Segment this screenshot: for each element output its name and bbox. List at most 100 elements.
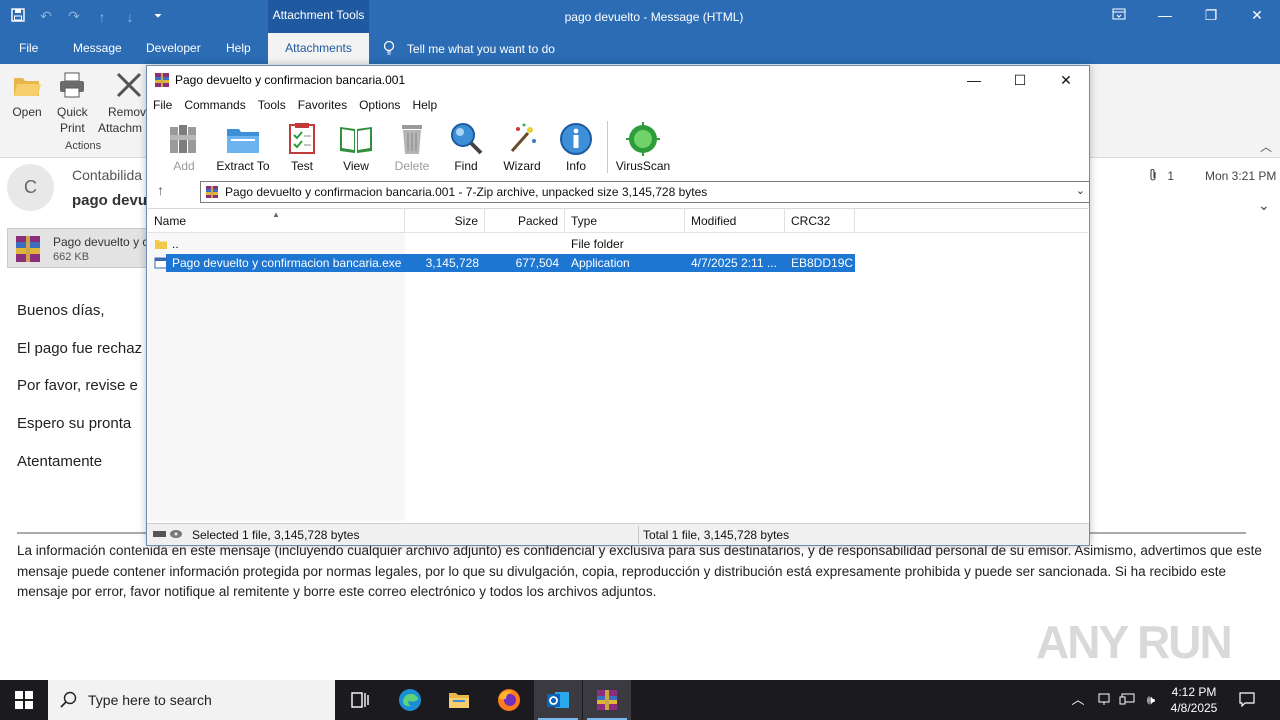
column-modified[interactable]: Modified: [685, 209, 785, 233]
delete-button[interactable]: Delete: [385, 121, 439, 173]
open-attachment-button[interactable]: Open: [12, 70, 42, 120]
body-line: El pago fue rechaz: [17, 340, 143, 357]
file-explorer-button[interactable]: [435, 680, 483, 720]
drive-status-icon: [152, 528, 184, 543]
system-clock[interactable]: 4:12 PM 4/8/2025: [1166, 684, 1222, 716]
sender-name[interactable]: Contabilida: [72, 167, 142, 183]
cell-packed: 677,504: [485, 254, 565, 272]
winrar-window: Pago devuelto y confirmacion bancaria.00…: [146, 65, 1090, 546]
taskbar-search[interactable]: Type here to search: [48, 680, 335, 720]
outlook-taskbar-button[interactable]: [534, 680, 582, 720]
table-row[interactable]: Pago devuelto y confirmacion bancaria.ex…: [148, 254, 1088, 272]
virusscan-button[interactable]: VirusScan: [613, 121, 673, 173]
attachment-name: Pago devuelto y c: [53, 235, 149, 249]
remove-label-1: Remov: [108, 105, 146, 119]
maximize-icon[interactable]: ☐: [997, 66, 1043, 94]
menu-options[interactable]: Options: [353, 96, 406, 116]
add-books-icon: [170, 125, 196, 153]
cell-modified: 4/7/2025 2:11 ...: [685, 254, 785, 272]
tab-attachments[interactable]: Attachments: [268, 33, 369, 64]
notifications-icon[interactable]: [1232, 680, 1262, 720]
column-crc32[interactable]: CRC32: [785, 209, 855, 233]
window-title: pago devuelto - Message (HTML): [564, 10, 744, 24]
info-label: Info: [565, 159, 586, 173]
test-label: Test: [290, 159, 313, 173]
display-icon[interactable]: [1117, 680, 1137, 720]
close-icon[interactable]: ✕: [1234, 0, 1280, 33]
edge-button[interactable]: [386, 680, 434, 720]
status-divider: [638, 526, 639, 544]
extract-to-button[interactable]: Extract To: [213, 121, 273, 173]
chevron-down-icon[interactable]: ⌄: [1076, 184, 1085, 197]
view-button[interactable]: View: [329, 121, 383, 173]
column-name-label: Name: [154, 214, 187, 228]
wizard-label: Wizard: [503, 159, 541, 173]
toolbar-separator: [607, 121, 608, 173]
firefox-button[interactable]: [485, 680, 533, 720]
ribbon-display-options-icon[interactable]: [1096, 0, 1142, 33]
winrar-menu-bar: File Commands Tools Favorites Options He…: [147, 96, 443, 116]
collapse-ribbon-icon[interactable]: ︿: [1260, 138, 1272, 155]
minimize-icon[interactable]: —: [1142, 0, 1188, 33]
cell-name: Pago devuelto y confirmacion bancaria.ex…: [166, 254, 405, 272]
show-hidden-icons-icon[interactable]: ︿: [1068, 680, 1088, 720]
minimize-icon[interactable]: —: [951, 66, 997, 94]
remove-label-2: Attachm: [98, 121, 143, 135]
tab-developer[interactable]: Developer: [146, 33, 201, 64]
find-label: Find: [454, 159, 478, 173]
winrar-taskbar-button[interactable]: [583, 680, 631, 720]
tab-file[interactable]: File: [19, 33, 38, 64]
up-arrow-icon[interactable]: ↑: [157, 182, 164, 198]
remove-attachment-button[interactable]: Remov Attachm: [98, 70, 146, 136]
taskbar: Type here to search ︿ 🕪 4:12 PM 4/8/2025: [0, 680, 1280, 720]
menu-file[interactable]: File: [147, 96, 178, 116]
column-name[interactable]: Name ▲: [148, 209, 405, 233]
add-label: Add: [173, 159, 195, 173]
start-button[interactable]: [0, 680, 48, 720]
tab-message[interactable]: Message: [73, 33, 122, 64]
menu-commands[interactable]: Commands: [178, 96, 251, 116]
sender-avatar: C: [7, 164, 54, 211]
column-type[interactable]: Type: [565, 209, 685, 233]
clock-date: 4/8/2025: [1170, 701, 1218, 715]
menu-tools[interactable]: Tools: [252, 96, 292, 116]
wizard-button[interactable]: Wizard: [495, 121, 549, 173]
volume-icon[interactable]: 🕪: [1140, 680, 1162, 720]
table-row[interactable]: .. File folder: [148, 235, 1088, 253]
task-view-button[interactable]: [336, 680, 384, 720]
close-icon[interactable]: ✕: [1043, 66, 1089, 94]
find-button[interactable]: Find: [439, 121, 493, 173]
tell-me-text: Tell me what you want to do: [406, 42, 555, 56]
cell-type: File folder: [571, 237, 624, 251]
archive-icon: [206, 186, 218, 198]
outlook-title-bar: ↶ ↷ ↑ ↓ ⏷ Attachment Tools pago devuelto…: [0, 0, 1280, 33]
address-combo[interactable]: Pago devuelto y confirmacion bancaria.00…: [200, 181, 1090, 203]
menu-favorites[interactable]: Favorites: [292, 96, 353, 116]
attachment-card[interactable]: Pago devuelto y c 662 KB: [7, 228, 157, 268]
body-line: Por favor, revise e: [17, 377, 138, 394]
chevron-down-icon[interactable]: ⌄: [1258, 197, 1270, 214]
cell-name: ..: [172, 237, 179, 251]
menu-help[interactable]: Help: [406, 96, 443, 116]
attachment-count-value: 1: [1167, 169, 1175, 183]
restore-icon[interactable]: ❐: [1188, 0, 1234, 33]
winrar-icon: [155, 73, 169, 87]
clock-time: 4:12 PM: [1171, 685, 1217, 699]
message-date: Mon 3:21 PM: [1205, 169, 1277, 183]
test-checklist-icon: [289, 123, 315, 154]
view-book-icon: [340, 127, 372, 153]
add-button[interactable]: Add: [157, 121, 211, 173]
tab-help[interactable]: Help: [226, 33, 251, 64]
virus-scan-icon: [626, 122, 660, 156]
info-button[interactable]: Info: [549, 121, 603, 173]
info-icon: [560, 123, 592, 155]
search-placeholder: Type here to search: [88, 692, 212, 708]
quick-print-button[interactable]: Quick Print: [57, 70, 88, 136]
column-size[interactable]: Size: [405, 209, 485, 233]
address-text: Pago devuelto y confirmacion bancaria.00…: [225, 185, 708, 199]
cell-size: 3,145,728: [405, 254, 485, 272]
network-icon[interactable]: [1094, 680, 1114, 720]
column-packed[interactable]: Packed: [485, 209, 565, 233]
tell-me-search[interactable]: Tell me what you want to do: [383, 33, 555, 64]
test-button[interactable]: Test: [275, 121, 329, 173]
